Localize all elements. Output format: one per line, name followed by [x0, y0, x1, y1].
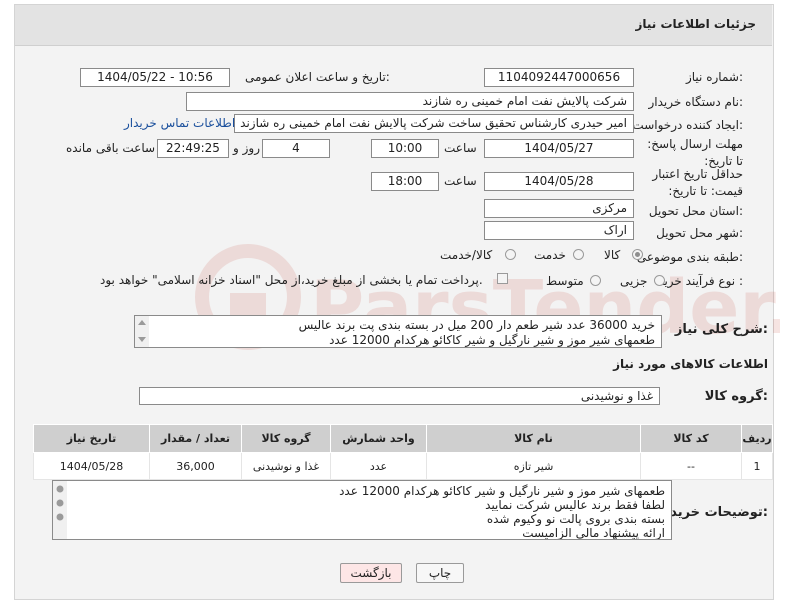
deadline-date-field: 1404/05/27: [484, 139, 634, 158]
cell-name: شیر تازه: [426, 452, 641, 480]
goods-section-title: اطلاعات کالاهای مورد نیاز: [613, 357, 768, 371]
treasury-payment-checkbox[interactable]: [497, 273, 508, 284]
days-label: روز و: [233, 141, 260, 155]
announce-field: 1404/05/22 - 10:56: [80, 68, 230, 87]
province-field: مرکزی: [484, 199, 634, 218]
cell-date: 1404/05/28: [33, 452, 150, 480]
category-goods-label: کالا: [604, 248, 621, 262]
summary-label: شرح کلی نیاز:: [674, 322, 768, 337]
buyer-notes-textarea[interactable]: طعمهای شیر موز و شیر نارگیل و شیر کاکائو…: [52, 480, 672, 540]
city-field: اراک: [484, 221, 634, 240]
table-row: 1 -- شیر تازه عدد غذا و نوشیدنی 36,000 1…: [33, 452, 773, 480]
category-service-radio[interactable]: [573, 249, 584, 260]
category-goods-radio[interactable]: [632, 249, 643, 260]
creator-field: امیر حیدری کارشناس تحقیق ساخت شرکت پالای…: [234, 114, 634, 133]
buyer-notes-line-3: بسته بندی بروی پالت نو وکیوم شده: [486, 512, 665, 526]
buyer-contact-link[interactable]: اطلاعات تماس خریدار: [124, 116, 235, 130]
goods-group-label: گروه کالا:: [704, 389, 768, 404]
creator-label: ایجاد کننده درخواست:: [632, 118, 743, 132]
validity-time-label: ساعت: [444, 174, 477, 188]
validity-time-field: 18:00: [371, 172, 439, 191]
buyer-notes-scrollbar[interactable]: [53, 481, 67, 539]
col-name: نام کالا: [426, 424, 641, 453]
cell-row: 1: [741, 452, 773, 480]
validity-date-field: 1404/05/28: [484, 172, 634, 191]
cell-unit: عدد: [330, 452, 427, 480]
col-row: ردیف: [741, 424, 773, 453]
summary-textarea[interactable]: خرید 36000 عدد شیر طعم دار 200 میل در بس…: [134, 315, 662, 348]
col-code: کد کالا: [640, 424, 742, 453]
col-quantity: تعداد / مقدار: [149, 424, 242, 453]
process-label: نوع فرآیند خرید :: [658, 274, 743, 288]
goods-table-header: ردیف کد کالا نام کالا واحد شمارش گروه کا…: [33, 424, 773, 453]
category-goods-service-label: کالا/خدمت: [440, 248, 493, 262]
summary-line-1: خرید 36000 عدد شیر طعم دار 200 میل در بس…: [298, 318, 655, 332]
process-partial-radio[interactable]: [654, 275, 665, 286]
cell-code: --: [640, 452, 742, 480]
col-group: گروه کالا: [241, 424, 331, 453]
province-label: استان محل تحویل:: [648, 204, 743, 218]
validity-label: حداقل تاریخ اعتبار قیمت: تا تاریخ:: [652, 167, 743, 198]
days-field: 4: [262, 139, 330, 158]
announce-label: تاریخ و ساعت اعلان عمومی:: [245, 70, 390, 84]
buyer-org-field: شرکت پالایش نفت امام خمینی ره شازند: [186, 92, 634, 111]
cell-quantity: 36,000: [149, 452, 242, 480]
buyer-notes-line-1: طعمهای شیر موز و شیر نارگیل و شیر کاکائو…: [339, 484, 665, 498]
deadline-time-label: ساعت: [444, 141, 477, 155]
deadline-time-field: 10:00: [371, 139, 439, 158]
need-number-label: شماره نیاز:: [685, 70, 743, 84]
deadline-label: مهلت ارسال پاسخ: تا تاریخ:: [647, 137, 743, 168]
process-medium-label: متوسط: [546, 274, 584, 288]
col-date: تاریخ نیاز: [33, 424, 150, 453]
category-service-label: خدمت: [534, 248, 566, 262]
page-title: جزئیات اطلاعات نیاز: [635, 17, 756, 31]
remaining-label: ساعت باقی مانده: [66, 141, 156, 155]
remaining-time-field: 22:49:25: [157, 139, 229, 158]
process-partial-label: جزیی: [620, 274, 648, 288]
back-button[interactable]: بازگشت: [340, 563, 402, 583]
need-number-field: 1104092447000656: [484, 68, 634, 87]
buyer-notes-line-2: لطفا فقط برند عالیس شرکت نمایید: [485, 498, 665, 512]
city-label: شهر محل تحویل:: [656, 226, 743, 240]
treasury-payment-note: پرداخت تمام یا بخشی از مبلغ خرید،از محل …: [100, 273, 483, 287]
col-unit: واحد شمارش: [330, 424, 427, 453]
category-label: طبقه بندی موضوعی:: [636, 250, 743, 264]
goods-table: ردیف کد کالا نام کالا واحد شمارش گروه کا…: [33, 424, 773, 480]
goods-group-field: غذا و نوشیدنی: [139, 387, 660, 405]
buyer-org-label: نام دستگاه خریدار:: [648, 95, 744, 109]
buyer-notes-label: توضیحات خریدار:: [658, 505, 768, 520]
process-medium-radio[interactable]: [590, 275, 601, 286]
print-button[interactable]: چاپ: [416, 563, 464, 583]
cell-group: غذا و نوشیدنی: [241, 452, 331, 480]
summary-line-2: طعمهای شیر موز و شیر نارگیل و شیر کاکائو…: [329, 333, 655, 347]
summary-scrollbar[interactable]: [135, 316, 149, 347]
category-goods-service-radio[interactable]: [505, 249, 516, 260]
buyer-notes-line-4: ارائه پیشنهاد مالی الزامیست: [522, 526, 665, 540]
